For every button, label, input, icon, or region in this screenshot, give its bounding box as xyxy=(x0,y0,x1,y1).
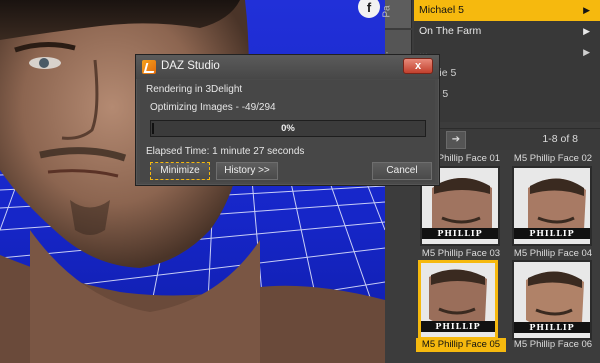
submenu-arrow-icon: ▶ xyxy=(583,26,590,36)
dialog-title: DAZ Studio xyxy=(161,60,220,72)
elapsed-time: Elapsed Time: 1 minute 27 seconds xyxy=(146,146,305,157)
tile-label-selected: M5 Phillip Face 05 xyxy=(416,338,506,352)
item-count: 1-8 of 8 xyxy=(542,133,578,145)
thumbnail-face-05[interactable]: PHILLIP xyxy=(418,260,498,340)
tile-label: M5 Phillip Face 02 xyxy=(513,153,593,164)
thumbnail-grid: M5 Phillip Face 01 M5 Phillip Face 02 PH… xyxy=(414,152,600,363)
close-icon[interactable]: x xyxy=(403,58,433,74)
menu-item-label: On The Farm xyxy=(419,25,482,37)
menu-item-3[interactable]: ... ▶ xyxy=(414,42,600,63)
tile-label: M5 Phillip Face 04 xyxy=(513,248,593,259)
tile-label: M5 Phillip Face 06 xyxy=(513,339,593,350)
render-progress-dialog: DAZ Studio x Rendering in 3Delight Optim… xyxy=(135,54,440,186)
menu-item-michael-5[interactable]: Michael 5 ▶ xyxy=(414,0,600,21)
brand-label: PHILLIP xyxy=(514,228,590,239)
dialog-body: Rendering in 3Delight Optimizing Images … xyxy=(140,80,435,182)
history-button[interactable]: History >> xyxy=(216,162,278,180)
progress-bar: 0% xyxy=(150,120,426,137)
cancel-button[interactable]: Cancel xyxy=(372,162,432,180)
brand-label: PHILLIP xyxy=(421,321,495,332)
category-menu: Michael 5 ▶ On The Farm ▶ ... ▶ ...anie … xyxy=(414,0,600,122)
dialog-titlebar[interactable]: DAZ Studio x xyxy=(136,55,439,79)
menu-item-on-the-farm[interactable]: On The Farm ▶ xyxy=(414,21,600,42)
daz-logo-icon xyxy=(142,60,156,74)
submenu-arrow-icon: ▶ xyxy=(583,5,590,15)
tab-parameters[interactable]: Pa xyxy=(382,0,412,28)
thumbnail-face-06[interactable]: PHILLIP xyxy=(512,260,592,340)
render-status: Rendering in 3Delight xyxy=(146,84,243,95)
brand-label: PHILLIP xyxy=(514,322,590,333)
progress-percent: 0% xyxy=(281,123,295,134)
tile-label: M5 Phillip Face 03 xyxy=(421,248,501,259)
pagination-bar: ◀ ➔ 1-8 of 8 xyxy=(414,128,600,150)
thumbnail-face-04[interactable]: PHILLIP xyxy=(512,166,592,246)
brand-label: PHILLIP xyxy=(422,228,498,239)
menu-item-label: Michael 5 xyxy=(419,4,464,16)
menu-item-5[interactable]: ...ria 5 xyxy=(414,84,600,105)
menu-item-4[interactable]: ...anie 5 xyxy=(414,63,600,84)
submenu-arrow-icon: ▶ xyxy=(583,47,590,57)
task-status: Optimizing Images - -49/294 xyxy=(150,102,276,113)
arrow-right-icon[interactable]: ➔ xyxy=(446,131,466,149)
minimize-button[interactable]: Minimize xyxy=(150,162,210,180)
